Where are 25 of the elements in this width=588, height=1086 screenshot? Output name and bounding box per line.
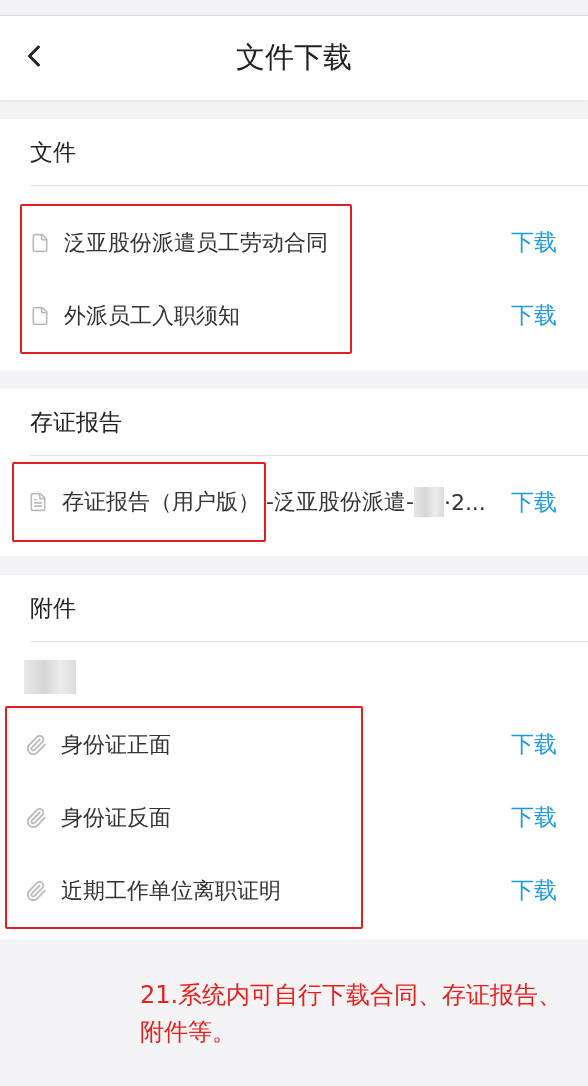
download-link[interactable]: 下载: [511, 279, 557, 352]
document-icon: [30, 232, 50, 253]
file-name: 泛亚股份派遣员工劳动合同: [64, 228, 328, 257]
download-link[interactable]: 下载: [511, 465, 557, 539]
annotation-note: 21.系统内可自行下载合同、存证报告、附件等。: [139, 980, 564, 1049]
download-link[interactable]: 下载: [511, 854, 557, 927]
file-name: 存证报告（用户版）: [62, 488, 260, 516]
file-name: 身份证正面: [61, 730, 171, 759]
download-link[interactable]: 下载: [511, 206, 557, 279]
file-name: -泛亚股份派遣-: [266, 488, 414, 516]
section-title: 文件: [30, 119, 588, 186]
page-title: 文件下载: [236, 39, 352, 76]
file-name: 近期工作单位离职证明: [61, 876, 281, 905]
download-link[interactable]: 下载: [511, 708, 557, 781]
report-icon: [28, 492, 48, 512]
paperclip-icon: [25, 733, 47, 756]
paperclip-icon: [25, 806, 47, 829]
file-name: 身份证反面: [61, 803, 171, 832]
file-name: 外派员工入职须知: [64, 301, 240, 330]
file-name: ·2...: [443, 489, 486, 515]
document-icon: [30, 305, 50, 326]
section-title: 附件: [30, 575, 588, 642]
download-link[interactable]: 下载: [511, 781, 557, 854]
paperclip-icon: [25, 879, 47, 902]
section-title: 存证报告: [30, 389, 588, 456]
